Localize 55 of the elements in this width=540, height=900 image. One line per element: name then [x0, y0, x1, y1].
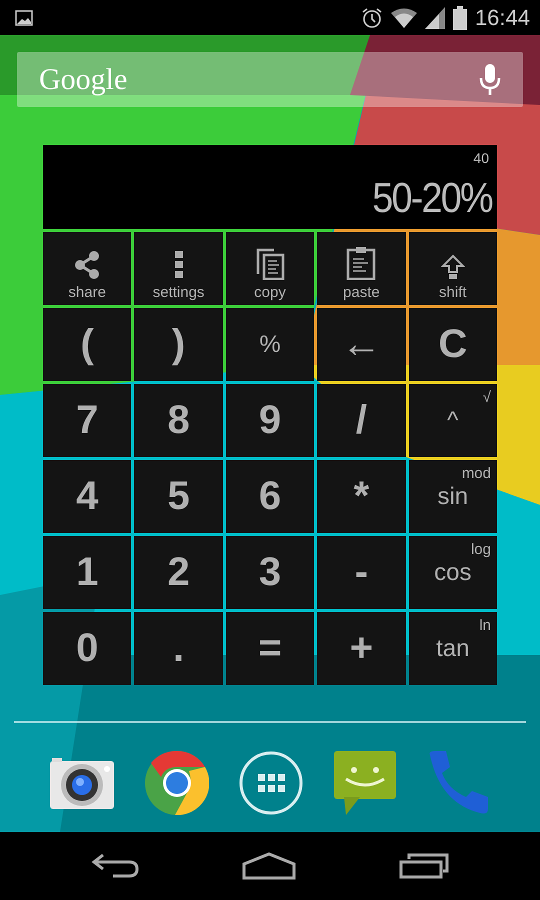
clipboard-icon [346, 246, 376, 280]
shift-icon [440, 254, 465, 280]
recent-apps-icon[interactable] [398, 853, 449, 879]
wifi-icon [390, 8, 417, 28]
expression-text: 50-20% [372, 177, 492, 219]
alarm-icon [360, 6, 383, 28]
camera-icon[interactable] [50, 755, 114, 811]
calculator-key[interactable]: C [408, 308, 497, 381]
browser-icon[interactable] [144, 751, 208, 815]
calculator-key[interactable]: 9 [226, 384, 314, 457]
calculator-key[interactable]: log cos [408, 536, 497, 609]
calculator-key[interactable]: √ ^ [408, 384, 497, 457]
clock-time: 16:44 [474, 4, 530, 30]
tool-key[interactable]: shift [408, 232, 497, 305]
copy-icon [254, 248, 285, 280]
calculator-key[interactable]: + [317, 612, 406, 685]
home-icon[interactable] [242, 852, 296, 880]
calculator-key[interactable]: 3 [226, 536, 314, 609]
calculator-key[interactable]: 6 [226, 460, 314, 533]
tool-key[interactable]: share [43, 232, 132, 305]
menu-icon [174, 250, 184, 280]
calculator-key[interactable]: 1 [43, 536, 132, 609]
calculator-key[interactable]: 0 [43, 612, 132, 685]
calculator-key[interactable]: 2 [134, 536, 223, 609]
tool-key[interactable]: copy [226, 232, 314, 305]
gallery-icon [15, 10, 33, 26]
result-text: 40 [473, 150, 489, 166]
messaging-icon[interactable] [334, 751, 396, 815]
tool-key[interactable]: settings [134, 232, 223, 305]
signal-icon [424, 6, 445, 28]
calculator-key[interactable]: * [317, 460, 406, 533]
calculator-key[interactable]: ) [134, 308, 223, 381]
secondary-label: log [470, 541, 491, 558]
calculator-key[interactable]: . [134, 612, 223, 685]
battery-icon [452, 6, 467, 30]
calculator-key[interactable]: ln tan [408, 612, 497, 685]
secondary-label: ln [479, 617, 491, 634]
calculator-key[interactable]: = [226, 612, 314, 685]
calculator-key[interactable]: ( [43, 308, 132, 381]
calculator-key[interactable]: 7 [43, 384, 132, 457]
app-drawer-icon[interactable] [239, 751, 303, 815]
microphone-icon[interactable] [479, 64, 501, 96]
calculator-key[interactable]: 5 [134, 460, 223, 533]
secondary-label: mod [462, 465, 491, 482]
tool-key[interactable]: paste [317, 232, 406, 305]
calculator-key[interactable]: 8 [134, 384, 223, 457]
search-logo: Google [39, 62, 128, 96]
calculator-key[interactable]: % [226, 308, 314, 381]
calculator-key[interactable]: 4 [43, 460, 132, 533]
back-icon[interactable] [91, 853, 140, 879]
secondary-label: √ [482, 389, 491, 406]
calculator-key[interactable]: ← [317, 308, 406, 381]
calculator-key[interactable]: - [317, 536, 406, 609]
calculator-key[interactable]: mod sin [408, 460, 497, 533]
calculator-key[interactable]: / [317, 384, 406, 457]
